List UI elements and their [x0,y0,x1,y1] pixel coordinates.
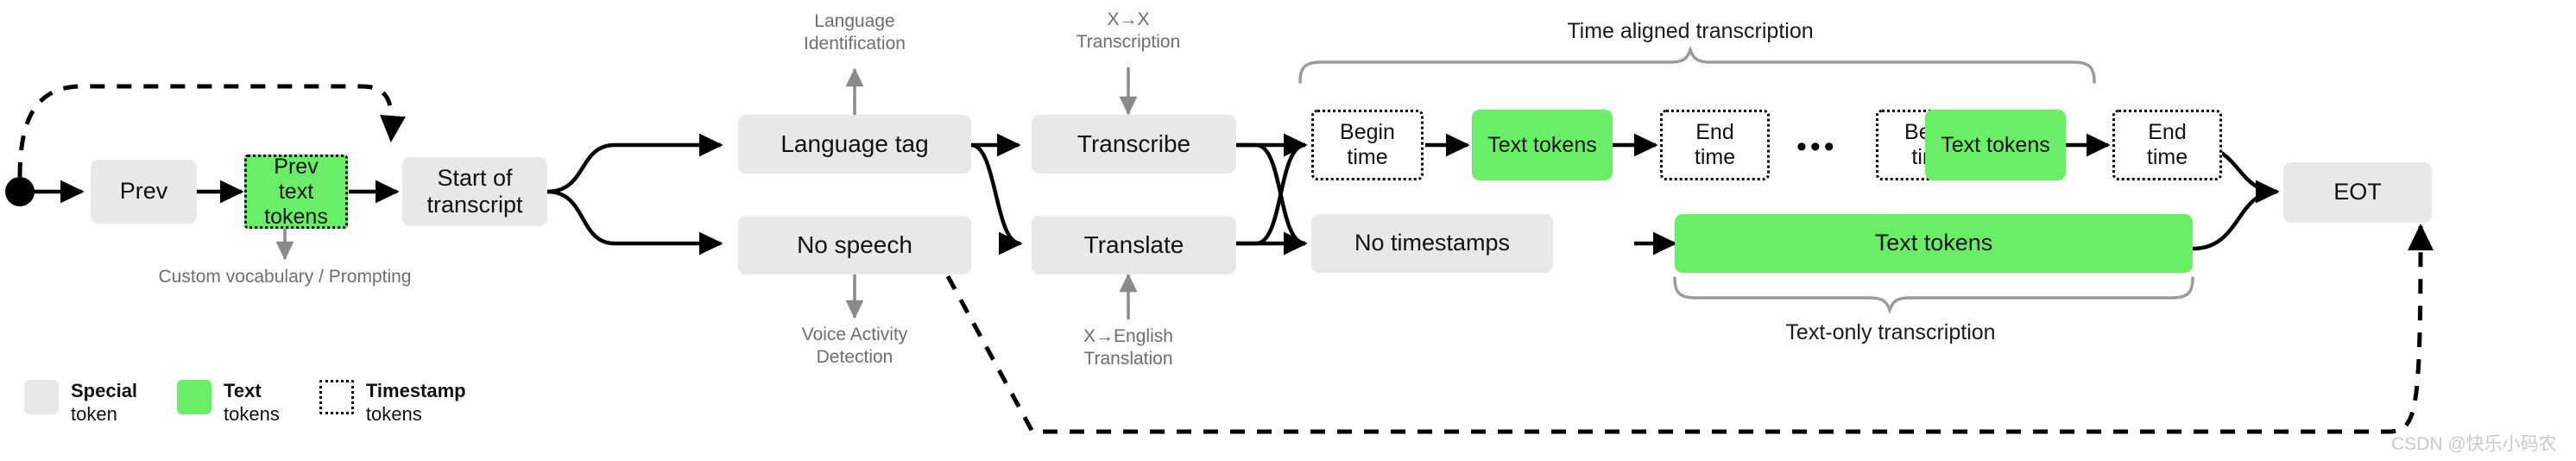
node-text-tokens-1[interactable]: Text tokens [1472,110,1613,180]
caption-voice-activity-line2: Detection [816,346,893,367]
node-prev-text-tokens-line1: Prev [274,154,319,179]
node-language-tag[interactable]: Language tag [738,115,971,174]
node-end-time-2-line1: End [2148,120,2187,144]
legend-title-timestamp: Timestamp [365,380,466,401]
legend-subtitle-text: tokens [224,402,280,425]
node-prev-text-tokens[interactable]: Prev text tokens [244,155,348,229]
legend-subtitle-timestamp: tokens [365,402,422,425]
caption-language-identification-line2: Identification [804,33,906,54]
legend-text-timestamp: Timestamp tokens [366,380,466,426]
caption-language-identification-line1: Language [814,11,895,31]
node-end-time-1-line2: time [1694,145,1736,169]
legend-item-timestamp-tokens: Timestamp tokens [319,380,466,426]
node-prev-label: Prev [119,178,168,205]
node-no-speech[interactable]: No speech [738,216,971,275]
caption-translation-line1: X→English [1083,326,1173,346]
legend: Special token Text tokens Timestamp toke… [24,380,506,426]
node-prev[interactable]: Prev [91,160,197,224]
watermark-text: CSDN @快乐小码农 [2391,434,2557,454]
legend-swatch-text-icon [177,380,212,414]
legend-item-special-token: Special token [24,380,137,426]
node-transcribe[interactable]: Transcribe [1032,115,1236,174]
node-end-time-2[interactable]: End time [2112,110,2222,180]
bracket-label-time-aligned-text: Time aligned transcription [1567,19,1814,43]
legend-text-special: Special token [71,380,137,426]
caption-voice-activity-line1: Voice Activity [801,325,908,344]
node-no-speech-label: No speech [797,230,912,258]
node-text-tokens-long[interactable]: Text tokens [1675,214,2193,273]
node-text-tokens-2[interactable]: Text tokens [1925,110,2066,180]
node-language-tag-label: Language tag [780,129,929,157]
node-begin-time-1-line1: Begin [1340,120,1395,144]
legend-swatch-timestamp-icon [319,380,354,414]
node-translate[interactable]: Translate [1032,216,1236,275]
node-text-tokens-2-label: Text tokens [1941,132,2050,157]
node-no-timestamps[interactable]: No timestamps [1311,214,1553,273]
diagram-canvas: Prev Prev text tokens Start of transcrip… [0,0,2576,461]
node-text-tokens-long-label: Text tokens [1874,230,1993,256]
legend-title-text: Text [224,380,262,401]
ellipsis-label: ••• [1796,130,1838,163]
watermark: CSDN @快乐小码农 [2391,430,2557,456]
caption-translation-line2: Translation [1083,348,1173,369]
caption-translation: X→English Translation [1042,325,1215,369]
legend-swatch-special-icon [24,380,59,414]
node-no-timestamps-label: No timestamps [1354,230,1511,256]
bracket-label-text-only: Text-only transcription [1683,320,2098,345]
legend-item-text-tokens: Text tokens [177,380,280,426]
node-text-tokens-1-label: Text tokens [1487,132,1597,157]
bracket-label-text-only-text: Text-only transcription [1785,320,1996,344]
node-end-time-1[interactable]: End time [1660,110,1770,180]
node-translate-label: Translate [1083,230,1184,258]
node-start-of-transcript-line1: Start of [437,164,513,191]
start-dot [5,177,35,206]
caption-transcription-line2: Transcription [1076,31,1181,52]
node-begin-time-1[interactable]: Begin time [1311,110,1424,180]
caption-custom-vocabulary: Custom vocabulary / Prompting [155,266,414,288]
caption-voice-activity-detection: Voice Activity Detection [768,324,941,368]
node-prev-text-tokens-line2: text tokens [264,179,328,229]
node-transcribe-label: Transcribe [1076,129,1191,157]
legend-title-special: Special [71,380,138,401]
bracket-label-time-aligned: Time aligned transcription [1483,19,1897,44]
legend-subtitle-special: token [71,402,117,425]
ellipsis-separator: ••• [1796,132,1838,161]
caption-transcription-line1: X→X [1107,9,1150,29]
legend-text-text: Text tokens [224,380,280,426]
node-start-of-transcript[interactable]: Start of transcript [402,157,547,226]
node-end-time-2-line2: time [2146,145,2188,169]
node-end-time-1-line1: End [1695,120,1734,144]
node-eot[interactable]: EOT [2283,162,2432,223]
caption-custom-vocabulary-label: Custom vocabulary / Prompting [158,267,412,287]
node-start-of-transcript-line2: transcript [426,192,523,218]
node-eot-label: EOT [2333,179,2382,205]
caption-transcription: X→X Transcription [1042,9,1215,53]
node-begin-time-1-line2: time [1347,145,1388,169]
caption-language-identification: Language Identification [768,10,941,54]
